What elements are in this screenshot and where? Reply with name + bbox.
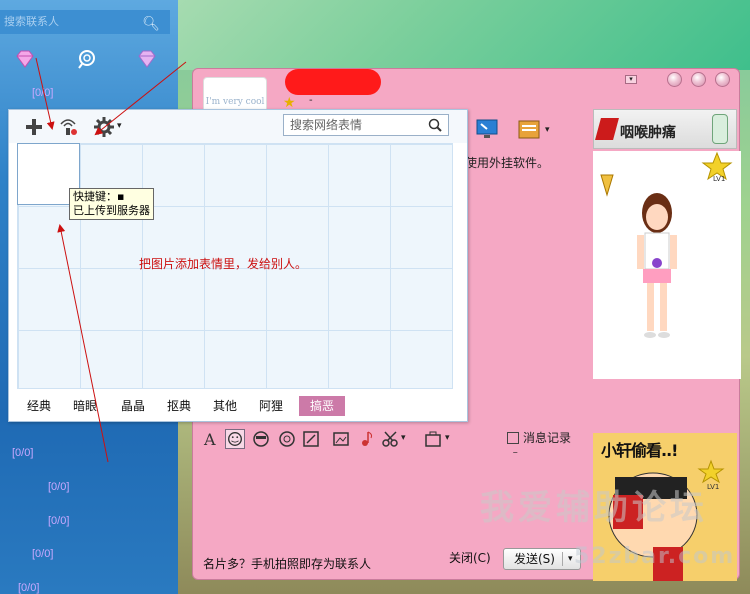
send-button[interactable]: 发送(S) ▾	[503, 548, 581, 570]
maximize-button[interactable]	[691, 72, 706, 87]
send-separator	[562, 552, 563, 566]
screenshot-dropdown-icon[interactable]: ▾	[401, 433, 406, 443]
add-emoji-icon[interactable]	[23, 116, 45, 138]
send-options-dropdown-icon[interactable]: ▾	[568, 549, 573, 569]
avatar-text: I'm very cool	[205, 97, 265, 107]
close-button[interactable]: 关闭(C)	[449, 549, 491, 566]
contact-show-figure[interactable]: LV1	[593, 151, 741, 379]
name-separator: -	[309, 95, 313, 106]
group-count: [0/0]	[18, 582, 40, 594]
emoji-upload-icon[interactable]	[57, 116, 79, 138]
promo-text[interactable]: 名片多？手机拍照即存为联系人	[203, 555, 371, 572]
emoji-hint-text: 把图片添加表情里，发给别人。	[139, 257, 308, 271]
app-box-dropdown-icon[interactable]: ▾	[545, 125, 550, 135]
window-menu-button[interactable]: ▾	[625, 75, 637, 84]
ad-banner[interactable]: 咽喉肿痛	[593, 109, 737, 149]
contact-search-placeholder: 搜索联系人	[4, 15, 59, 28]
bottle-icon	[712, 114, 728, 144]
group-count: [0/0]	[48, 515, 70, 527]
group-count: [0/0]	[32, 87, 54, 99]
group-count: [0/0]	[32, 548, 54, 560]
emoji-tab[interactable]: 经典	[21, 396, 57, 416]
watermark-url: 52zbar.com	[574, 544, 736, 569]
mask-face-icon[interactable]	[251, 429, 271, 449]
contact-search-input[interactable]: 搜索联系人 🔍︎	[0, 10, 170, 34]
history-label: 消息记录	[523, 431, 572, 445]
emoji-face-icon[interactable]	[225, 429, 245, 449]
qzone-icon[interactable]	[76, 48, 98, 70]
emoji-tab[interactable]: 暗眼	[67, 396, 103, 416]
emoji-tab[interactable]: 抠典	[161, 396, 197, 416]
font-icon[interactable]: A	[201, 429, 221, 449]
ad-logo-icon	[595, 118, 619, 140]
magic-emoji-icon[interactable]	[277, 429, 297, 449]
tooltip-status: 已上传到服务器	[73, 204, 150, 217]
emoji-search-input[interactable]: 搜索网络表情	[283, 114, 449, 136]
emoji-panel: ▾ 搜索网络表情 快捷键：▪ 已上传到服务器 把图片添加表情里，发给别人。 经典…	[8, 109, 468, 422]
desktop-wallpaper	[178, 0, 750, 70]
group-count: [0/0]	[48, 481, 70, 493]
group-count: [0/0]	[12, 447, 34, 459]
music-icon[interactable]	[357, 429, 377, 449]
app-box-icon[interactable]	[517, 117, 541, 141]
emoji-tab[interactable]: 其他	[207, 396, 243, 416]
watermark: 我爱辅助论坛	[480, 488, 708, 528]
level-badge: LV1	[713, 175, 725, 183]
emoji-tab[interactable]: 阿狸	[253, 396, 289, 416]
level-badge: LV1	[707, 483, 719, 491]
toolbox-dropdown-icon[interactable]: ▾	[445, 433, 450, 443]
settings-dropdown-icon[interactable]: ▾	[117, 121, 122, 131]
emoji-panel-toolbar: ▾ 搜索网络表情	[9, 110, 467, 143]
search-icon[interactable]	[427, 117, 443, 133]
system-tip-text: 使用外挂软件。	[465, 156, 550, 170]
emoji-search-placeholder: 搜索网络表情	[290, 118, 363, 132]
diamond-icon[interactable]	[136, 48, 158, 70]
send-label: 发送(S)	[514, 552, 555, 566]
emoji-tab-active[interactable]: 搞恶	[299, 396, 345, 416]
emoji-tab[interactable]: 晶晶	[115, 396, 151, 416]
doodle-icon[interactable]	[301, 429, 321, 449]
image-icon[interactable]	[331, 429, 351, 449]
emoji-tab-bar: 经典 暗眼 晶晶 抠典 其他 阿狸 搞恶	[9, 394, 467, 416]
tooltip-shortcut: 快捷键：▪	[73, 190, 125, 203]
screenshot-scissors-icon[interactable]	[381, 429, 401, 449]
minimize-button[interactable]	[667, 72, 682, 87]
toolbox-icon[interactable]	[423, 429, 443, 449]
remote-desktop-icon[interactable]	[475, 117, 499, 141]
ad-title: 咽喉肿痛	[620, 125, 676, 141]
chat-input-toolbar: A ▾ ▾ 消息记录▾	[201, 429, 581, 460]
search-icon[interactable]: 🔍︎	[142, 12, 160, 36]
gear-icon[interactable]	[93, 116, 115, 138]
history-icon	[507, 432, 519, 444]
close-window-button[interactable]	[715, 72, 730, 87]
diamond-icon[interactable]	[14, 48, 36, 70]
emoji-tooltip: 快捷键：▪ 已上传到服务器	[69, 188, 154, 220]
redacted-contact-name	[285, 69, 381, 95]
svg-text:A: A	[203, 430, 216, 449]
